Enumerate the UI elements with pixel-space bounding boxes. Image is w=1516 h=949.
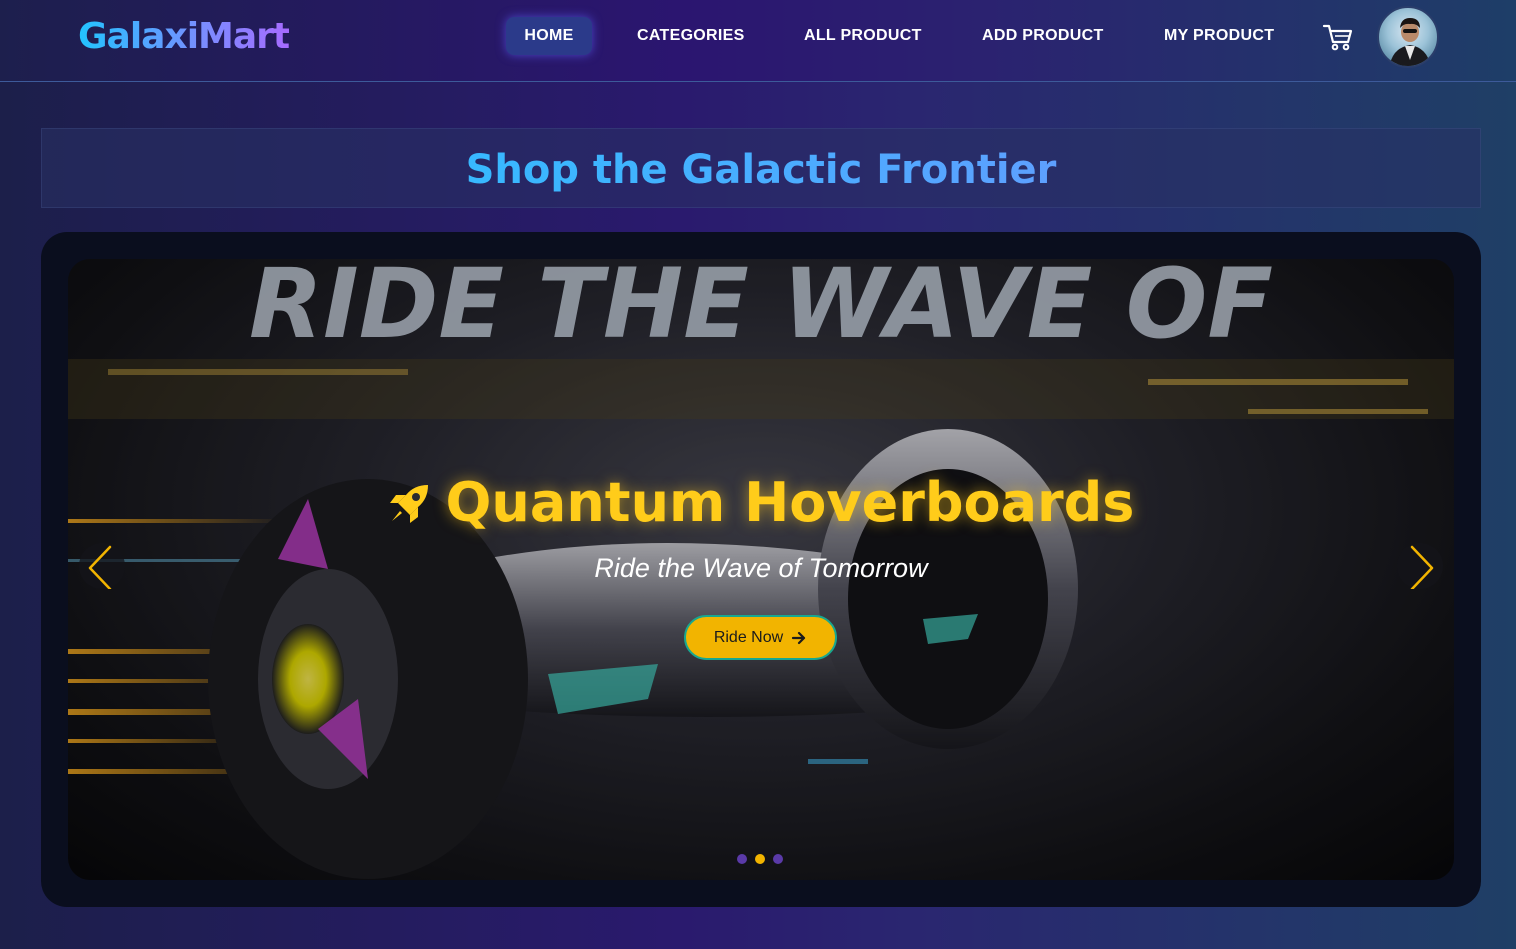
nav-item-all-product[interactable]: ALL PRODUCT xyxy=(804,24,922,56)
headline-banner: Shop the Galactic Frontier xyxy=(41,128,1481,208)
chevron-left-icon xyxy=(88,545,112,591)
arrow-right-icon xyxy=(792,631,806,644)
ride-now-label: Ride Now xyxy=(713,628,784,646)
carousel-dot[interactable] xyxy=(773,854,783,864)
rocket-icon xyxy=(389,485,428,523)
nav-item-add-product[interactable]: ADD PRODUCT xyxy=(982,24,1104,56)
carousel-dot[interactable] xyxy=(737,854,747,864)
carousel-dots xyxy=(737,854,783,864)
user-avatar[interactable] xyxy=(1377,6,1439,68)
navbar: GalaxiMart HOME CATEGORIES ALL PRODUCT A… xyxy=(0,0,1516,82)
nav-item-my-product[interactable]: MY PRODUCT xyxy=(1164,24,1274,56)
brand-logo[interactable]: GalaxiMart xyxy=(78,16,290,57)
slide-title: Quantum Hoverboards xyxy=(68,471,1454,534)
ride-now-button[interactable]: Ride Now xyxy=(684,615,837,660)
carousel-slide: RIDE THE WAVE OF Quantum Hoverboards Rid… xyxy=(68,259,1454,880)
slide-title-text: Quantum Hoverboards xyxy=(445,471,1135,534)
hero-carousel: RIDE THE WAVE OF Quantum Hoverboards Rid… xyxy=(41,232,1481,907)
carousel-dot-active[interactable] xyxy=(755,854,765,864)
nav-item-home[interactable]: HOME xyxy=(506,17,592,55)
nav-item-categories[interactable]: CATEGORIES xyxy=(637,24,745,56)
chevron-right-icon xyxy=(1410,545,1434,591)
carousel-next-button[interactable] xyxy=(1397,543,1443,591)
avatar-person-image xyxy=(1389,18,1431,66)
slide-subtitle: Ride the Wave of Tomorrow xyxy=(594,553,928,583)
page-headline: Shop the Galactic Frontier xyxy=(42,147,1480,193)
shopping-cart-icon[interactable] xyxy=(1322,22,1354,52)
carousel-prev-button[interactable] xyxy=(79,543,125,591)
